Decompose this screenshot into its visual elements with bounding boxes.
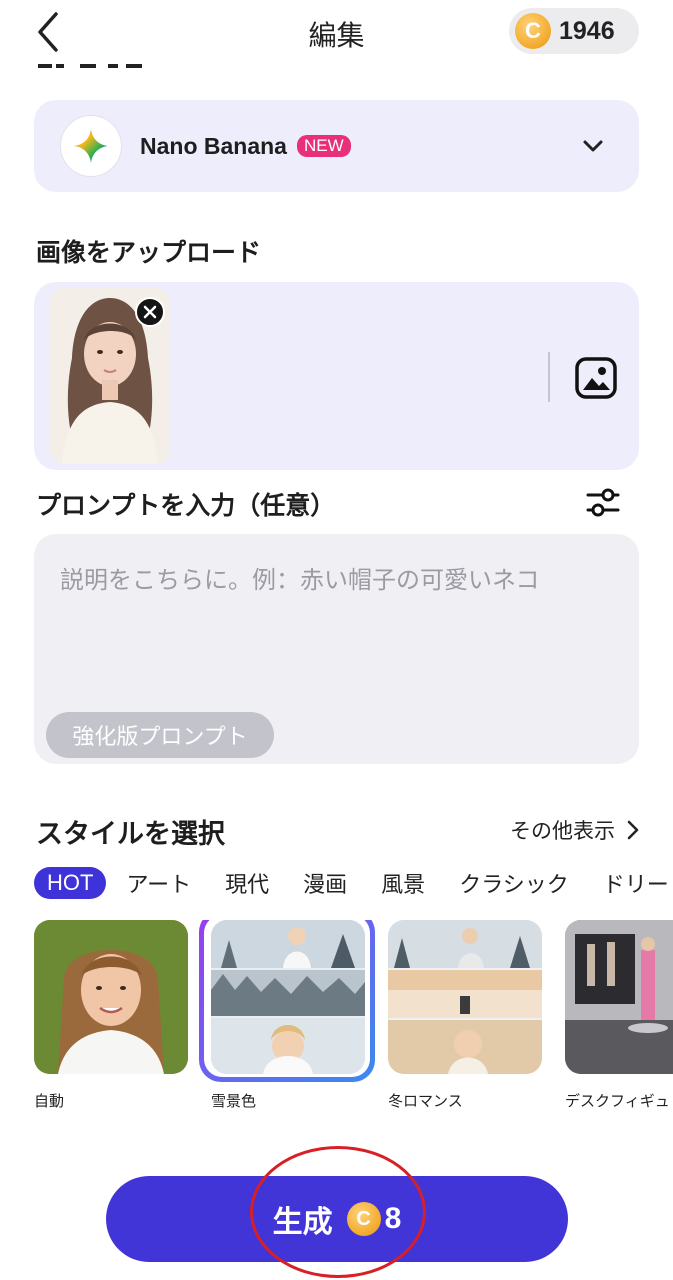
style-title: スタイルを選択 xyxy=(36,819,225,850)
tab-landscape[interactable]: 風景 xyxy=(381,867,425,899)
snow-collage-image xyxy=(211,920,365,1074)
style-card-auto[interactable]: 自動 xyxy=(34,920,188,1111)
gallery-button[interactable] xyxy=(574,356,618,400)
winter-collage-image xyxy=(388,920,542,1074)
enhance-prompt-button[interactable]: 強化版プロンプト xyxy=(46,712,274,758)
upload-title: 画像をアップロード xyxy=(36,238,262,267)
generate-label: 生成 xyxy=(272,1205,333,1240)
style-thumbnail xyxy=(388,920,542,1074)
model-selector[interactable]: Nano Banana NEW xyxy=(34,100,639,192)
girl-portrait-image xyxy=(34,920,188,1074)
new-badge: NEW xyxy=(296,135,351,157)
remove-image-button[interactable] xyxy=(135,297,165,327)
model-logo xyxy=(60,115,122,177)
tab-dream[interactable]: ドリー xyxy=(603,867,669,899)
upload-area[interactable] xyxy=(34,282,639,470)
prompt-title: プロンプトを入力（任意） xyxy=(36,491,336,520)
generate-button[interactable]: 生成 C 8 xyxy=(106,1176,568,1262)
style-card-winter-romance[interactable]: 冬ロマンス xyxy=(388,920,542,1111)
tab-art[interactable]: アート xyxy=(126,867,191,899)
coin-icon: C xyxy=(515,13,551,49)
model-name: Nano Banana xyxy=(140,132,287,159)
style-card-desk-figure[interactable]: デスクフィギュ xyxy=(565,920,673,1111)
tab-classic[interactable]: クラシック xyxy=(459,867,569,899)
divider xyxy=(548,352,550,402)
coin-count: 1946 xyxy=(559,16,615,45)
tab-manga[interactable]: 漫画 xyxy=(303,867,347,899)
chevron-down-icon xyxy=(583,140,603,152)
prompt-area: 強化版プロンプト xyxy=(34,534,639,764)
image-icon xyxy=(575,357,617,399)
style-thumbnail xyxy=(34,920,188,1074)
style-carousel: 自動 雪景色 冬ロマンス デスクフィギュ xyxy=(34,920,673,1120)
show-more-label: その他表示 xyxy=(510,819,615,843)
generate-cost: 8 xyxy=(384,1202,402,1235)
desk-figure-image xyxy=(565,920,673,1074)
style-card-snow[interactable]: 雪景色 xyxy=(199,920,375,1111)
tab-modern[interactable]: 現代 xyxy=(225,867,269,899)
style-label: 冬ロマンス xyxy=(388,1092,463,1110)
coin-balance[interactable]: C 1946 xyxy=(509,8,639,54)
style-label: 自動 xyxy=(34,1092,65,1110)
gemini-sparkle-icon xyxy=(73,128,109,164)
style-thumbnail xyxy=(211,920,365,1074)
show-more-link[interactable]: その他表示 xyxy=(510,815,639,845)
style-tabs: HOT アート 現代 漫画 風景 クラシック ドリー xyxy=(34,864,673,902)
header: 編集 C 1946 xyxy=(0,0,673,64)
style-label: 雪景色 xyxy=(211,1092,257,1110)
tab-hot[interactable]: HOT xyxy=(34,867,107,899)
sliders-icon xyxy=(586,488,620,517)
prompt-settings-button[interactable] xyxy=(585,484,621,520)
prompt-input[interactable] xyxy=(60,560,620,710)
style-thumbnail xyxy=(565,920,673,1074)
style-label: デスクフィギュ xyxy=(565,1092,670,1110)
close-icon xyxy=(143,305,157,319)
coin-icon: C xyxy=(346,1202,381,1236)
chevron-right-icon xyxy=(627,820,639,840)
